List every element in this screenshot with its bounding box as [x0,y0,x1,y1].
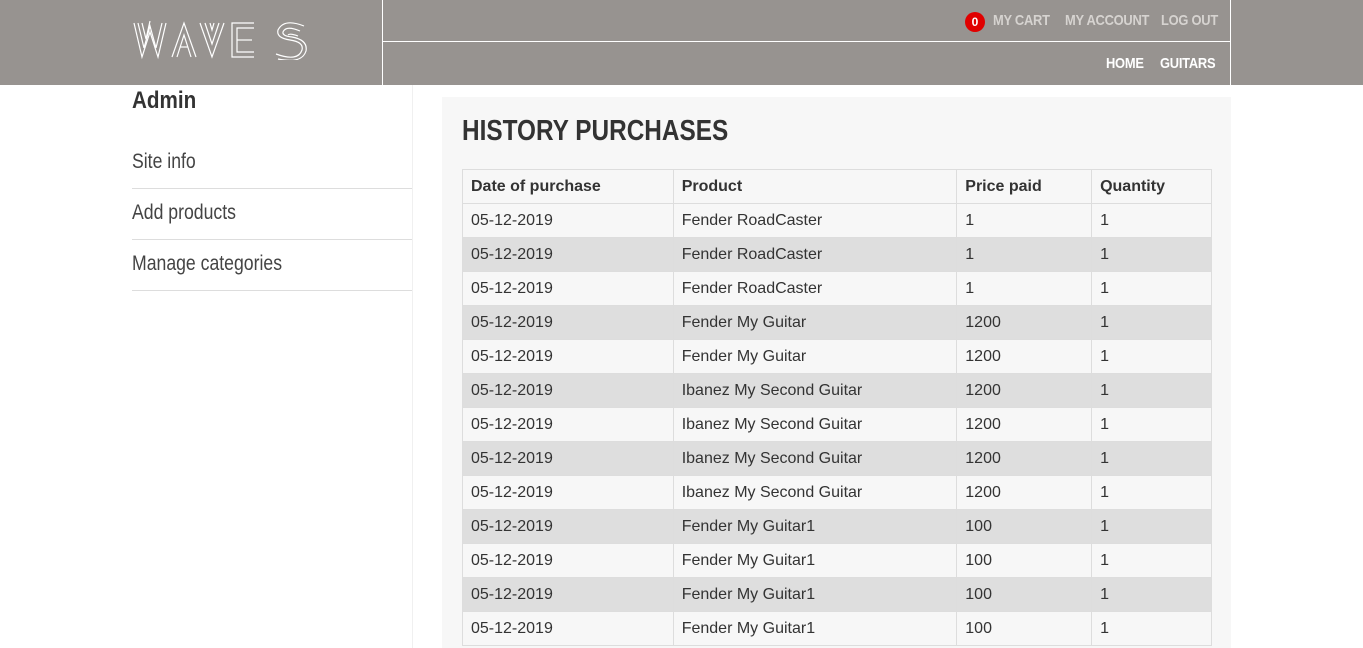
product-cell: Ibanez My Second Guitar [672,373,958,408]
waves-logo[interactable] [132,20,307,60]
table-row: 05-12-2019 Fender RoadCaster 1 1 [462,271,1212,306]
price-cell: 100 [956,611,1093,646]
quantity-cell: 1 [1091,203,1212,238]
sidebar-item-manage-categories[interactable]: Manage categories [132,240,412,291]
date-cell: 05-12-2019 [462,577,674,612]
product-cell: Ibanez My Second Guitar [672,441,958,476]
header-nav-area: 0 MY CART MY ACCOUNT LOG OUT HOME GUITAR… [382,0,1231,85]
table-row: 05-12-2019 Fender My Guitar1 100 1 [462,509,1212,544]
product-cell: Ibanez My Second Guitar [672,407,958,442]
product-cell: Fender My Guitar1 [672,611,958,646]
quantity-cell: 1 [1091,577,1212,612]
quantity-cell: 1 [1091,339,1212,374]
date-cell: 05-12-2019 [462,305,674,340]
cart-count-badge: 0 [965,12,985,32]
date-cell: 05-12-2019 [462,611,674,646]
sidebar-divider [412,85,413,648]
log-out-link[interactable]: LOG OUT [1161,12,1218,29]
price-cell: 1200 [956,373,1093,408]
price-cell: 100 [956,509,1093,544]
product-cell: Fender My Guitar1 [672,577,958,612]
quantity-cell: 1 [1091,543,1212,578]
date-cell: 05-12-2019 [462,373,674,408]
product-cell: Fender My Guitar [672,305,958,340]
product-cell: Fender My Guitar1 [672,509,958,544]
quantity-cell: 1 [1091,475,1212,510]
price-cell: 100 [956,577,1093,612]
guitars-link[interactable]: GUITARS [1160,55,1216,72]
date-cell: 05-12-2019 [462,339,674,374]
price-cell: 1 [956,203,1093,238]
product-cell: Fender RoadCaster [672,237,958,272]
quantity-cell: 1 [1091,305,1212,340]
table-row: 05-12-2019 Fender My Guitar 1200 1 [462,339,1212,374]
table-header-row: Date of purchase Product Price paid Quan… [462,169,1212,204]
table-row: 05-12-2019 Ibanez My Second Guitar 1200 1 [462,373,1212,408]
quantity-cell: 1 [1091,611,1212,646]
sidebar-item-site-info[interactable]: Site info [132,138,412,189]
column-header-price: Price paid [956,169,1093,204]
table-row: 05-12-2019 Ibanez My Second Guitar 1200 1 [462,441,1212,476]
table-row: 05-12-2019 Ibanez My Second Guitar 1200 1 [462,407,1212,442]
my-cart-link[interactable]: MY CART [993,12,1050,29]
quantity-cell: 1 [1091,407,1212,442]
column-header-product: Product [672,169,958,204]
date-cell: 05-12-2019 [462,441,674,476]
product-cell: Fender My Guitar [672,339,958,374]
site-header: 0 MY CART MY ACCOUNT LOG OUT HOME GUITAR… [0,0,1363,85]
quantity-cell: 1 [1091,441,1212,476]
sidebar-title: Admin [132,87,197,114]
table-row: 05-12-2019 Fender My Guitar 1200 1 [462,305,1212,340]
sidebar-item-label: Manage categories [132,252,283,275]
sidebar-item-label: Site info [132,150,196,173]
table-row: 05-12-2019 Fender My Guitar1 100 1 [462,611,1212,646]
column-header-quantity: Quantity [1091,169,1212,204]
date-cell: 05-12-2019 [462,203,674,238]
price-cell: 1200 [956,475,1093,510]
quantity-cell: 1 [1091,237,1212,272]
date-cell: 05-12-2019 [462,543,674,578]
date-cell: 05-12-2019 [462,407,674,442]
table-row: 05-12-2019 Ibanez My Second Guitar 1200 1 [462,475,1212,510]
table-row: 05-12-2019 Fender My Guitar1 100 1 [462,543,1212,578]
price-cell: 1 [956,237,1093,272]
header-top-bar: 0 MY CART MY ACCOUNT LOG OUT [383,0,1230,42]
product-cell: Fender My Guitar1 [672,543,958,578]
home-link[interactable]: HOME [1106,55,1144,72]
table-row: 05-12-2019 Fender RoadCaster 1 1 [462,237,1212,272]
date-cell: 05-12-2019 [462,475,674,510]
main-panel: HISTORY PURCHASES Date of purchase Produ… [442,97,1231,648]
quantity-cell: 1 [1091,271,1212,306]
date-cell: 05-12-2019 [462,237,674,272]
price-cell: 1200 [956,441,1093,476]
table-row: 05-12-2019 Fender My Guitar1 100 1 [462,577,1212,612]
price-cell: 1200 [956,407,1093,442]
price-cell: 100 [956,543,1093,578]
column-header-date: Date of purchase [462,169,674,204]
quantity-cell: 1 [1091,373,1212,408]
page-title: HISTORY PURCHASES [462,115,729,147]
price-cell: 1200 [956,305,1093,340]
product-cell: Fender RoadCaster [672,271,958,306]
history-table: Date of purchase Product Price paid Quan… [462,169,1212,646]
table-row: 05-12-2019 Fender RoadCaster 1 1 [462,203,1212,238]
my-account-link[interactable]: MY ACCOUNT [1065,12,1149,29]
table-body: 05-12-2019 Fender RoadCaster 1 1 05-12-2019 F… [462,203,1212,646]
date-cell: 05-12-2019 [462,271,674,306]
price-cell: 1200 [956,339,1093,374]
product-cell: Ibanez My Second Guitar [672,475,958,510]
quantity-cell: 1 [1091,509,1212,544]
sidebar-item-add-products[interactable]: Add products [132,189,412,240]
header-bottom-bar: HOME GUITARS [383,42,1230,85]
date-cell: 05-12-2019 [462,509,674,544]
product-cell: Fender RoadCaster [672,203,958,238]
price-cell: 1 [956,271,1093,306]
sidebar-item-label: Add products [132,201,236,224]
